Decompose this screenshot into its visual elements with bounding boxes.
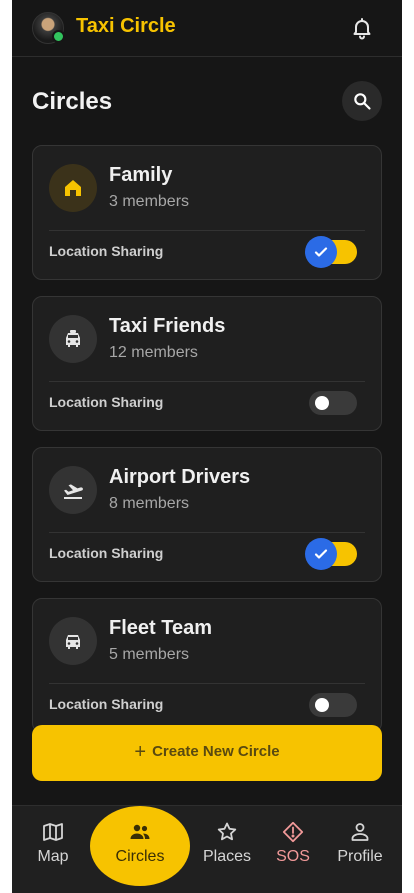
create-button-label: Create New Circle <box>152 743 280 760</box>
circle-members: 12 members <box>109 344 198 361</box>
nav-label: Places <box>202 848 252 865</box>
app-title: Taxi Circle <box>76 15 176 37</box>
circle-name: Airport Drivers <box>109 466 251 488</box>
circle-members: 8 members <box>109 495 190 512</box>
bottom-nav: Map Circles Places SOS Profile <box>12 805 402 893</box>
plus-icon: + <box>134 741 147 763</box>
nav-circles[interactable]: Circles <box>105 806 175 886</box>
avatar[interactable] <box>32 12 65 44</box>
checkmark-icon <box>305 236 337 268</box>
location-sharing-label: Location Sharing <box>49 243 164 259</box>
create-new-circle-button[interactable]: + Create New Circle <box>32 725 382 781</box>
nav-places[interactable]: Places <box>192 806 262 886</box>
circle-card-family[interactable]: Family 3 members Location Sharing <box>32 145 382 280</box>
location-sharing-label: Location Sharing <box>49 696 164 712</box>
nav-sos[interactable]: SOS <box>258 806 328 886</box>
location-sharing-toggle[interactable] <box>309 391 357 415</box>
plane-takeoff-icon <box>49 466 97 514</box>
circle-name: Fleet Team <box>109 617 212 639</box>
home-icon <box>49 164 97 212</box>
location-sharing-label: Location Sharing <box>49 545 164 561</box>
location-sharing-label: Location Sharing <box>49 394 164 410</box>
toggle-knob <box>315 698 329 712</box>
nav-label: Map <box>37 848 69 865</box>
location-sharing-toggle[interactable] <box>305 538 357 570</box>
nav-label: Circles <box>115 848 165 865</box>
circle-name: Taxi Friends <box>109 315 226 337</box>
circle-members: 5 members <box>109 646 190 663</box>
bell-icon[interactable] <box>350 16 374 40</box>
circle-name: Family <box>109 164 173 186</box>
warning-icon <box>282 821 304 843</box>
checkmark-icon <box>305 538 337 570</box>
taxi-icon <box>49 315 97 363</box>
circle-card-taxi-friends[interactable]: Taxi Friends 12 members Location Sharing <box>32 296 382 431</box>
online-status-dot <box>52 30 65 43</box>
search-icon <box>354 93 371 110</box>
circle-card-fleet-team[interactable]: Fleet Team 5 members Location Sharing <box>32 598 382 733</box>
circle-card-airport-drivers[interactable]: Airport Drivers 8 members Location Shari… <box>32 447 382 582</box>
people-icon <box>130 824 150 839</box>
location-sharing-toggle[interactable] <box>305 236 357 268</box>
app-screen: Taxi Circle Circles Family 3 members Loc… <box>12 0 402 893</box>
nav-map[interactable]: Map <box>18 806 88 886</box>
circle-members: 3 members <box>109 193 190 210</box>
app-header: Taxi Circle <box>12 0 402 57</box>
search-button[interactable] <box>342 81 382 121</box>
nav-profile[interactable]: Profile <box>325 806 395 886</box>
create-button-content: + Create New Circle <box>32 741 382 763</box>
nav-label: SOS <box>276 848 310 865</box>
car-icon <box>49 617 97 665</box>
person-icon <box>351 823 369 841</box>
divider <box>49 532 365 533</box>
nav-label: Profile <box>337 848 383 865</box>
divider <box>49 683 365 684</box>
map-icon <box>43 823 63 841</box>
toggle-knob <box>315 396 329 410</box>
page-title: Circles <box>32 88 113 115</box>
divider <box>49 381 365 382</box>
location-sharing-toggle[interactable] <box>309 693 357 717</box>
star-icon <box>217 822 237 841</box>
divider <box>49 230 365 231</box>
